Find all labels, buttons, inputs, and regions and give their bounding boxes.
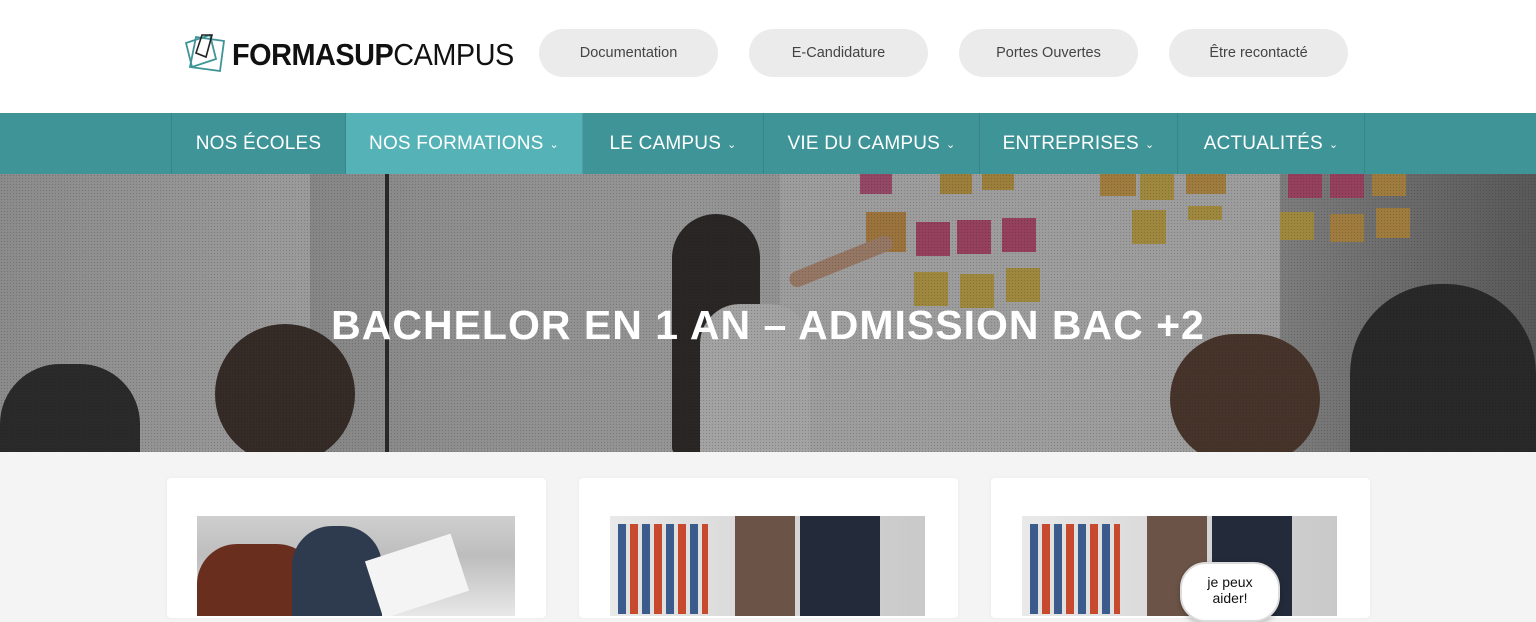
program-card[interactable] [579, 478, 958, 618]
card-image-shelves [1030, 524, 1120, 614]
logo-wordmark: FORMASUPCAMPUS [232, 39, 514, 70]
nav-item-nos-formations[interactable]: NOS FORMATIONS ⌄ [346, 113, 583, 174]
e-candidature-button[interactable]: E-Candidature [749, 29, 928, 77]
hero-banner: BACHELOR EN 1 AN – ADMISSION BAC +2 [0, 174, 1536, 452]
card-image-papers [364, 533, 470, 616]
main-navigation: NOS ÉCOLES NOS FORMATIONS ⌄ LE CAMPUS ⌄ VI… [0, 113, 1536, 174]
chevron-down-icon: ⌄ [1328, 139, 1339, 151]
nav-item-label: ACTUALITÉS [1203, 132, 1323, 154]
site-logo[interactable]: FORMASUPCAMPUS [182, 30, 535, 78]
chevron-down-icon: ⌄ [1144, 139, 1155, 151]
nav-item-nos-ecoles[interactable]: NOS ÉCOLES [171, 113, 346, 174]
chat-widget-button[interactable]: je peux aider! [1180, 562, 1280, 622]
chevron-down-icon: ⌄ [946, 139, 956, 151]
nav-item-label: ENTREPRISES [1002, 132, 1139, 154]
card-image [610, 516, 925, 616]
logo-mark-icon [184, 33, 226, 73]
nav-item-label: LE CAMPUS [609, 132, 722, 154]
portes-ouvertes-button[interactable]: Portes Ouvertes [959, 29, 1138, 77]
nav-item-vie-du-campus[interactable]: VIE DU CAMPUS ⌄ [764, 113, 980, 174]
nav-item-label: NOS FORMATIONS [369, 132, 544, 154]
etre-recontacte-button[interactable]: Être recontacté [1169, 29, 1348, 77]
chat-text-line1: je peux [1207, 574, 1253, 590]
chevron-down-icon: ⌄ [549, 139, 559, 151]
nav-item-label: VIE DU CAMPUS [787, 132, 941, 154]
documentation-button[interactable]: Documentation [539, 29, 718, 77]
card-image-person [800, 516, 880, 616]
nav-item-entreprises[interactable]: ENTREPRISES ⌄ [980, 113, 1178, 174]
card-image [197, 516, 515, 616]
chat-text-line2: aider! [1212, 590, 1248, 606]
program-card[interactable] [167, 478, 546, 618]
logo-regular-text: CAMPUS [393, 36, 514, 72]
nav-item-le-campus[interactable]: LE CAMPUS ⌄ [583, 113, 764, 174]
card-image-person [735, 516, 795, 616]
logo-bold-text: FORMASUP [232, 36, 394, 72]
card-image-shelves [618, 524, 708, 614]
nav-item-label: NOS ÉCOLES [195, 132, 322, 154]
page-title: BACHELOR EN 1 AN – ADMISSION BAC +2 [331, 302, 1205, 348]
nav-item-actualites[interactable]: ACTUALITÉS ⌄ [1178, 113, 1365, 174]
chevron-down-icon: ⌄ [727, 139, 737, 151]
top-header: FORMASUPCAMPUS Documentation E-Candidatu… [0, 0, 1536, 113]
